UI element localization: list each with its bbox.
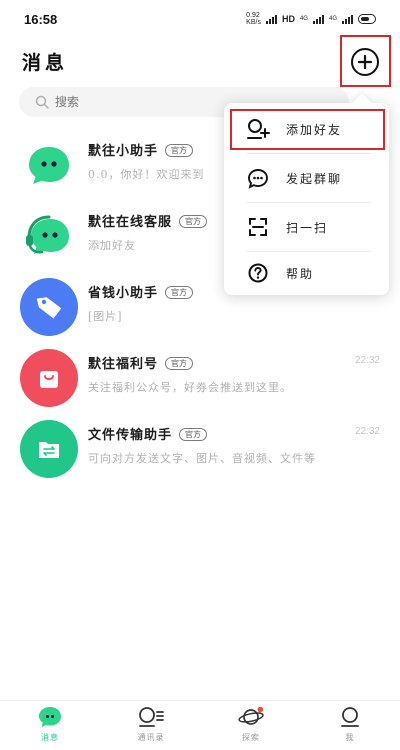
menu-label: 帮助 <box>286 266 315 281</box>
planet-icon <box>237 705 265 729</box>
status-bar: 16:58 0.92 KB/s HD 4G 4G <box>0 0 400 38</box>
search-icon <box>35 95 49 109</box>
chat-name: 默往福利号 官方 <box>88 353 194 372</box>
chat-time: 22:32 <box>354 426 380 437</box>
avatar <box>20 278 78 336</box>
message-icon <box>36 705 64 729</box>
chat-preview: [图片] <box>88 310 123 323</box>
official-badge: 官方 <box>165 286 194 299</box>
menu-item-group-chat[interactable]: 发起群聊 <box>224 154 389 202</box>
avatar <box>20 349 78 407</box>
official-badge: 官方 <box>165 357 194 370</box>
shopping-bag-icon <box>40 371 58 388</box>
menu-item-scan[interactable]: 扫一扫 <box>224 203 389 251</box>
chat-name: 默往小助手 官方 <box>88 140 194 159</box>
hd-label: HD <box>281 14 295 24</box>
nav-label: 我 <box>345 733 355 742</box>
avatar <box>20 207 78 265</box>
profile-icon <box>336 705 364 729</box>
help-icon <box>246 261 270 285</box>
scan-icon <box>246 215 270 239</box>
menu-item-help[interactable]: 帮助 <box>224 249 389 297</box>
bottom-nav: 消息 通讯录 探索 我 <box>0 700 400 750</box>
avatar <box>20 136 78 194</box>
chat-item-file-transfer[interactable]: 文件传输助手 官方 可向对方发送文字、图片、音视频、文件等 22:32 <box>0 414 400 485</box>
chat-item-welfare[interactable]: 默往福利号 官方 关注福利公众号，好券会推送到这里。 22:32 <box>0 343 400 414</box>
status-time: 16:58 <box>24 11 58 27</box>
chat-name: 省钱小助手 官方 <box>88 282 194 301</box>
cell-signal-icon-2 <box>342 14 353 24</box>
price-tag-icon <box>36 297 62 319</box>
nav-item-profile[interactable]: 我 <box>320 705 380 749</box>
official-badge: 官方 <box>179 428 208 441</box>
signal-4g-label-2: 4G <box>328 16 337 22</box>
cell-signal-icon <box>312 14 324 24</box>
signal-bars-icon <box>265 14 277 24</box>
chat-time: 22:32 <box>354 355 380 366</box>
folder-transfer-icon <box>39 442 59 458</box>
nav-item-explore[interactable]: 探索 <box>221 705 281 749</box>
signal-4g-label: 4G <box>299 16 308 22</box>
group-chat-icon <box>246 166 270 190</box>
page-title: 消息 <box>22 52 69 74</box>
menu-label: 扫一扫 <box>286 220 329 235</box>
chat-preview: 0.0，你好！欢迎来到 <box>88 168 205 181</box>
official-badge: 官方 <box>179 215 208 228</box>
nav-item-contacts[interactable]: 通讯录 <box>121 705 181 749</box>
chat-preview: 可向对方发送文字、图片、音视频、文件等 <box>88 452 316 465</box>
headset-bubble-icon <box>26 215 69 254</box>
nav-label: 探索 <box>242 733 260 742</box>
chat-preview: 添加好友 <box>88 239 136 252</box>
menu-label: 发起群聊 <box>286 171 343 186</box>
avatar <box>20 420 78 478</box>
contacts-icon <box>137 705 165 729</box>
plus-button-highlight-box <box>340 35 391 87</box>
battery-icon <box>358 14 376 24</box>
chat-name: 文件传输助手 官方 <box>88 424 208 443</box>
nav-label: 消息 <box>41 733 59 742</box>
network-speed: 0.92 KB/s <box>246 12 261 26</box>
nav-label: 通讯录 <box>137 733 165 742</box>
add-friend-highlight-box <box>230 109 385 150</box>
nav-item-messages[interactable]: 消息 <box>20 705 80 749</box>
status-icons: 0.92 KB/s HD 4G 4G <box>246 12 376 26</box>
chat-bubble-eyes-icon <box>29 147 69 184</box>
chat-preview: 关注福利公众号，好券会推送到这里。 <box>88 381 292 394</box>
official-badge: 官方 <box>165 144 194 157</box>
chat-name: 默往在线客服 官方 <box>88 211 208 230</box>
